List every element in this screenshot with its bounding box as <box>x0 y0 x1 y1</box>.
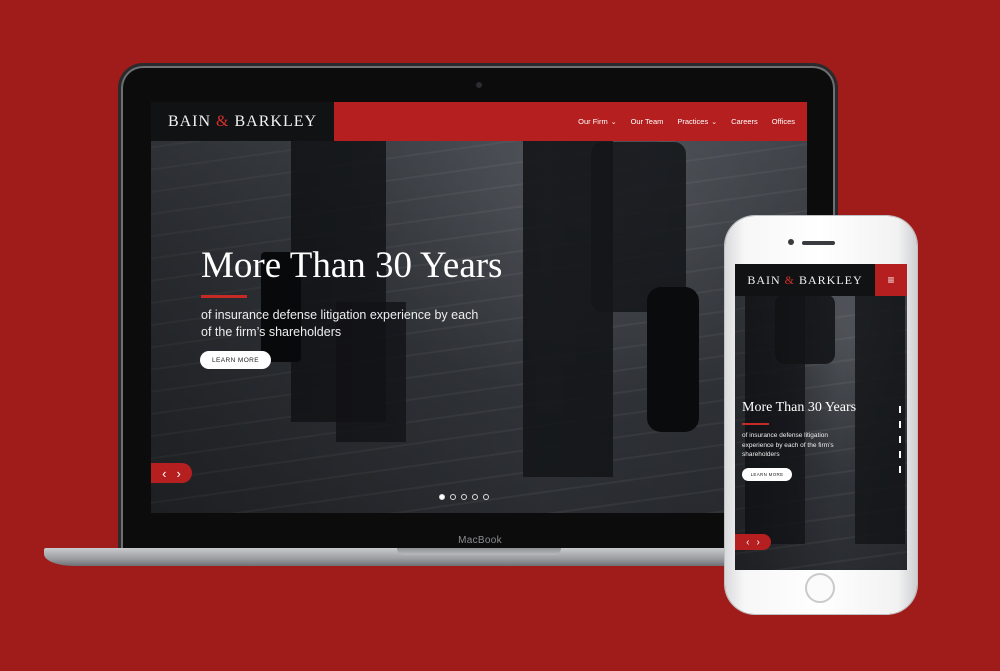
slider-dot[interactable] <box>461 494 467 500</box>
nav-item-our-team[interactable]: Our Team <box>631 117 664 126</box>
phone-screen: BAIN & BARKLEY ≡ More Than 30 Years of i… <box>735 264 907 570</box>
hero-title: More Than 30 Years <box>201 245 503 286</box>
slider-dot[interactable] <box>899 451 901 458</box>
site-logo[interactable]: BAIN & BARKLEY <box>735 264 875 296</box>
hero-background-photo <box>735 264 907 570</box>
slider-dot[interactable] <box>450 494 456 500</box>
nav-item-careers[interactable]: Careers <box>731 117 758 126</box>
logo-ampersand: & <box>784 272 795 287</box>
slider-dot[interactable] <box>472 494 478 500</box>
nav-item-practices[interactable]: Practices ⌄ <box>677 117 717 126</box>
laptop-camera <box>476 82 482 88</box>
chevron-down-icon: ⌄ <box>610 118 617 126</box>
slider-indicators <box>899 406 901 473</box>
hamburger-menu-button[interactable]: ≡ <box>875 264 907 296</box>
slider-dot[interactable] <box>899 436 901 443</box>
slider-dot[interactable] <box>899 406 901 413</box>
slider-dot[interactable] <box>483 494 489 500</box>
slider-dot[interactable] <box>899 466 901 473</box>
chevron-left-icon[interactable]: ‹ <box>162 466 166 481</box>
slider-dot[interactable] <box>899 421 901 428</box>
laptop-notch <box>397 548 561 555</box>
logo-name-right: BARKLEY <box>799 272 863 287</box>
slider-dots <box>439 494 489 500</box>
nav-item-label: Practices <box>677 117 709 126</box>
hamburger-icon: ≡ <box>887 273 895 287</box>
learn-more-button[interactable]: LEARN MORE <box>742 468 792 481</box>
nav-item-label: Careers <box>731 117 758 126</box>
hero-subtitle: of insurance defense litigation experien… <box>742 432 834 458</box>
chevron-down-icon: ⌄ <box>711 118 718 126</box>
slider-dot[interactable] <box>439 494 445 500</box>
phone-camera <box>788 239 794 245</box>
learn-more-button[interactable]: LEARN MORE <box>200 351 271 369</box>
logo-ampersand: & <box>216 112 230 130</box>
hero-title: More Than 30 Years <box>742 400 857 415</box>
chevron-right-icon[interactable]: › <box>177 466 181 481</box>
logo-name-left: BAIN <box>167 112 212 130</box>
slider-arrows: ‹ › <box>151 463 192 483</box>
nav-item-label: Offices <box>771 117 795 126</box>
chevron-right-icon[interactable]: › <box>757 537 760 548</box>
nav-item-offices[interactable]: Offices <box>772 117 795 126</box>
laptop-brand-label: MacBook <box>458 535 502 546</box>
laptop-screen: BAIN & BARKLEY Our Firm ⌄ Our Team Pract… <box>151 102 807 513</box>
nav-item-label: Our Team <box>630 117 664 126</box>
chevron-left-icon[interactable]: ‹ <box>746 537 749 548</box>
hero-subtitle: of insurance defense litigation experien… <box>201 308 479 339</box>
nav-item-label: Our Firm <box>578 117 608 126</box>
logo-name-right: BARKLEY <box>234 112 318 130</box>
nav-item-our-firm[interactable]: Our Firm ⌄ <box>578 117 616 126</box>
logo-name-left: BAIN <box>747 272 781 287</box>
hero-divider <box>742 423 769 425</box>
phone-speaker <box>802 241 835 245</box>
home-button[interactable] <box>805 573 835 603</box>
slider-arrows: ‹ › <box>735 534 771 550</box>
site-logo[interactable]: BAIN & BARKLEY <box>151 102 334 141</box>
hero-divider <box>201 295 247 298</box>
main-nav: Our Firm ⌄ Our Team Practices ⌄ Careers … <box>334 102 807 141</box>
